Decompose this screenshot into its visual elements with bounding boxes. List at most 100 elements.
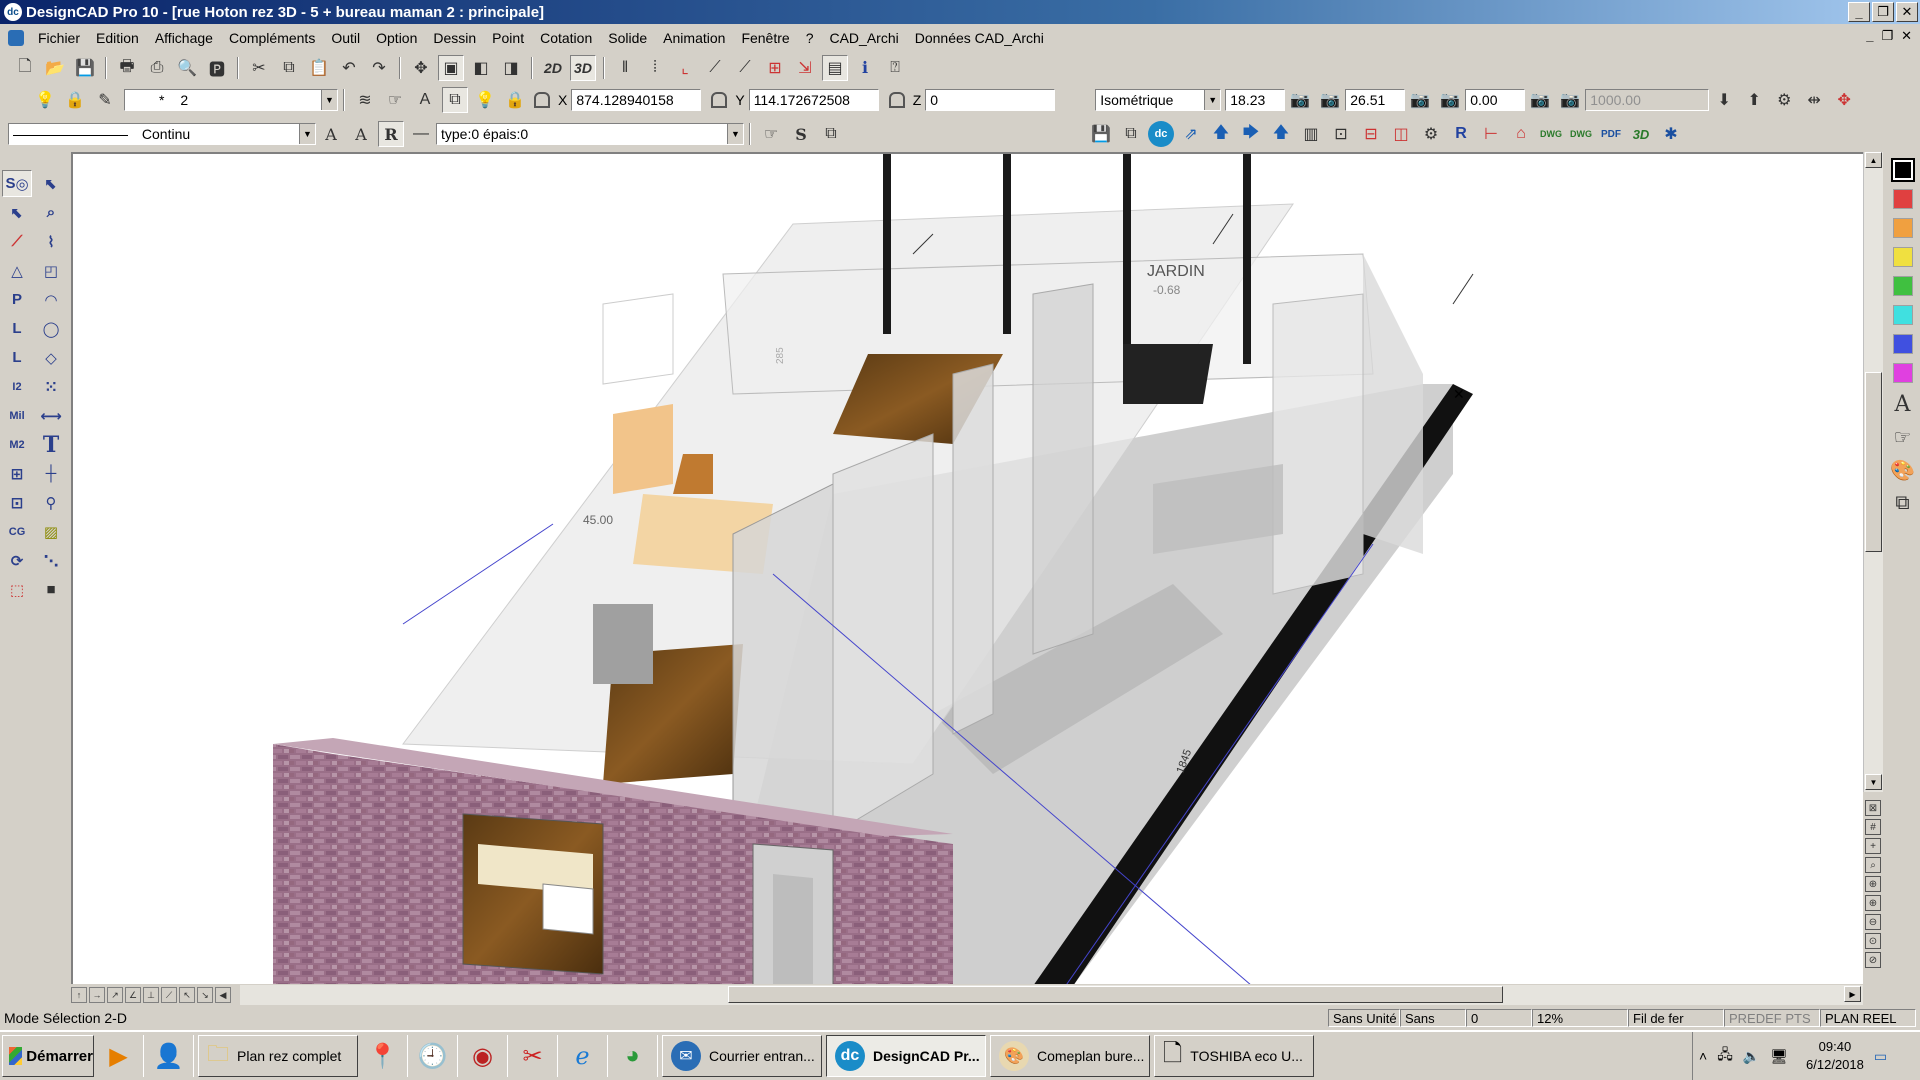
pdf-export-button[interactable]: PDF xyxy=(1598,121,1624,147)
triangle-icon[interactable]: △ xyxy=(2,257,32,284)
diamond-icon[interactable]: ◇ xyxy=(36,344,66,371)
menu-outil[interactable]: Outil xyxy=(323,30,368,46)
circle-icon[interactable]: ◯ xyxy=(36,315,66,342)
z-lock-icon[interactable] xyxy=(888,92,905,108)
snap-diagonal-icon[interactable]: ↗ xyxy=(107,987,123,1003)
bold-text-button[interactable]: R xyxy=(378,121,404,147)
copy-blue-icon[interactable]: ⧉ xyxy=(1118,121,1144,147)
viewport-icon[interactable]: ▣ xyxy=(438,55,464,81)
snipping-tool-icon[interactable]: ✂ xyxy=(508,1035,558,1077)
horizontal-scroll-thumb[interactable] xyxy=(728,986,1503,1003)
color-swatch-yellow[interactable] xyxy=(1892,247,1913,267)
solid-fill-icon[interactable]: ■ xyxy=(36,576,66,603)
angle-horizontal-field[interactable]: 18.23 xyxy=(1225,89,1286,111)
layers-icon[interactable]: ≋ xyxy=(352,87,378,113)
camera-perspective-icon[interactable]: 📷 xyxy=(1557,87,1583,113)
start-button[interactable]: Démarrer xyxy=(2,1035,94,1077)
hand-pointer-icon[interactable]: ☞ xyxy=(758,121,784,147)
mdi-close-button[interactable]: ✕ xyxy=(1901,28,1912,44)
lamp-off-icon[interactable]: 💡 xyxy=(472,87,498,113)
window-frame-icon[interactable]: ⊡ xyxy=(1328,121,1354,147)
scroll-left-icon[interactable]: ◀ xyxy=(215,987,231,1003)
wizard-icon[interactable]: ✱ xyxy=(1658,121,1684,147)
render-3d-button[interactable]: 3D xyxy=(1628,121,1654,147)
menu-dessin[interactable]: Dessin xyxy=(425,30,484,46)
rotate-icon[interactable]: ⟳ xyxy=(2,547,32,574)
tray-expand-icon[interactable]: ˄ xyxy=(1699,1048,1707,1064)
horizontal-scrollbar[interactable]: ▶ xyxy=(240,985,1863,1005)
snap-perp-icon[interactable]: ⊥ xyxy=(143,987,159,1003)
snap-toggle-icon[interactable]: + xyxy=(1865,838,1881,854)
scroll-up-icon[interactable]: ▲ xyxy=(1865,152,1882,168)
user-accounts-icon[interactable]: 👤 xyxy=(144,1035,194,1077)
dimension-icon[interactable]: ⟷ xyxy=(36,402,66,429)
bulb-icon[interactable]: 💡 xyxy=(32,87,58,113)
stairs-icon[interactable]: ⊟ xyxy=(1358,121,1384,147)
chevron-down-icon[interactable]: ▼ xyxy=(321,90,337,110)
close-button[interactable]: ✕ xyxy=(1896,2,1918,22)
group-icon[interactable]: ⧉ xyxy=(818,121,844,147)
zoom-window-icon[interactable]: ⊠ xyxy=(1865,800,1881,816)
print-preview-icon[interactable]: 🔍 xyxy=(174,55,200,81)
mode-2d-button[interactable]: 2D xyxy=(540,55,566,81)
show-desktop-icon[interactable]: ▭ xyxy=(1874,1048,1887,1065)
x-lock-icon[interactable] xyxy=(534,92,550,108)
line-l-tool[interactable]: L xyxy=(2,315,32,342)
internet-explorer-icon[interactable]: ℯ xyxy=(558,1035,608,1077)
text-style-icon[interactable]: A xyxy=(1891,392,1915,417)
media-player-icon[interactable]: ▶ xyxy=(94,1035,144,1077)
color-swatch-orange[interactable] xyxy=(1892,218,1913,238)
wand-icon[interactable]: ⟋ xyxy=(2,228,32,255)
crosshair-icon[interactable]: ┼ xyxy=(36,460,66,487)
hand-pointer-icon[interactable]: ☞ xyxy=(382,87,408,113)
view-select[interactable]: Isométrique ▼ xyxy=(1095,89,1222,111)
paint-palette-icon[interactable]: 🎨 xyxy=(1890,458,1915,482)
dwg-export-button[interactable]: DWG xyxy=(1568,121,1594,147)
furniture-icon[interactable]: ⚙ xyxy=(1418,121,1444,147)
color-swatch-magenta[interactable] xyxy=(1892,363,1913,383)
print-icon[interactable]: 🖶 xyxy=(114,55,140,81)
axis-icon[interactable]: ⌞ xyxy=(672,55,698,81)
new-file-icon[interactable]: 🗋 xyxy=(12,55,38,81)
zoom-icon[interactable]: ⌕ xyxy=(1865,857,1881,873)
layer-select[interactable]: * 2 ▼ xyxy=(124,89,338,111)
minimize-button[interactable]: _ xyxy=(1848,2,1870,22)
redo-icon[interactable]: ↷ xyxy=(366,55,392,81)
network-icon[interactable]: 🖧 xyxy=(1717,1044,1733,1068)
menu-fichier[interactable]: Fichier xyxy=(30,30,88,46)
rename-button[interactable]: R xyxy=(1448,121,1474,147)
open-folder-icon[interactable]: 📂 xyxy=(42,55,68,81)
grid-toggle-icon[interactable]: # xyxy=(1865,819,1881,835)
display-icon[interactable]: 🖥 xyxy=(1770,1048,1788,1065)
menu-edition[interactable]: Edition xyxy=(88,30,147,46)
clock[interactable]: 09:40 6/12/2018 xyxy=(1806,1038,1864,1074)
info-icon[interactable]: ℹ xyxy=(852,55,878,81)
view-back-icon[interactable]: ◨ xyxy=(498,55,524,81)
save-icon[interactable]: 💾 xyxy=(72,55,98,81)
color-swatch-blue[interactable] xyxy=(1892,334,1913,354)
print-setup-icon[interactable]: ⎙ xyxy=(144,55,170,81)
color-swatch-cyan[interactable] xyxy=(1892,305,1913,325)
drawing-canvas[interactable]: JARDIN -0.68 45.00 285 1306 1845 ✕ xyxy=(71,152,1863,984)
zoom-plus-icon[interactable]: ⊕ xyxy=(1865,895,1881,911)
y-coordinate-field[interactable]: 114.172672508 xyxy=(748,89,879,111)
restore-button[interactable]: ❐ xyxy=(1872,2,1894,22)
lasso-icon[interactable]: ⬚ xyxy=(2,576,32,603)
lock-layer-icon[interactable]: 🔒 xyxy=(62,87,88,113)
snap-box-icon[interactable]: ⊡ xyxy=(2,489,32,516)
text-icon[interactable]: T xyxy=(36,431,66,458)
hand-pointer-icon[interactable]: ☞ xyxy=(1891,425,1915,449)
menu-affichage[interactable]: Affichage xyxy=(147,30,221,46)
walk-right-icon[interactable]: ✥ xyxy=(1831,87,1857,113)
select-arrow-icon[interactable]: ⇲ xyxy=(792,55,818,81)
chevron-down-icon[interactable]: ▼ xyxy=(1204,90,1221,110)
pan-icon[interactable]: ✥ xyxy=(408,55,434,81)
task-toshiba[interactable]: 🗋 TOSHIBA eco U... xyxy=(1154,1035,1314,1077)
scroll-right-icon[interactable]: ▶ xyxy=(1844,986,1861,1002)
x-coordinate-field[interactable]: 874.128940158 xyxy=(571,89,702,111)
view-front-icon[interactable]: ◧ xyxy=(468,55,494,81)
cube-icon[interactable]: ◰ xyxy=(36,257,66,284)
door-icon[interactable]: ▥ xyxy=(1298,121,1324,147)
wall-icon[interactable]: ◫ xyxy=(1388,121,1414,147)
midpoint-tool[interactable]: Mil xyxy=(2,402,32,429)
